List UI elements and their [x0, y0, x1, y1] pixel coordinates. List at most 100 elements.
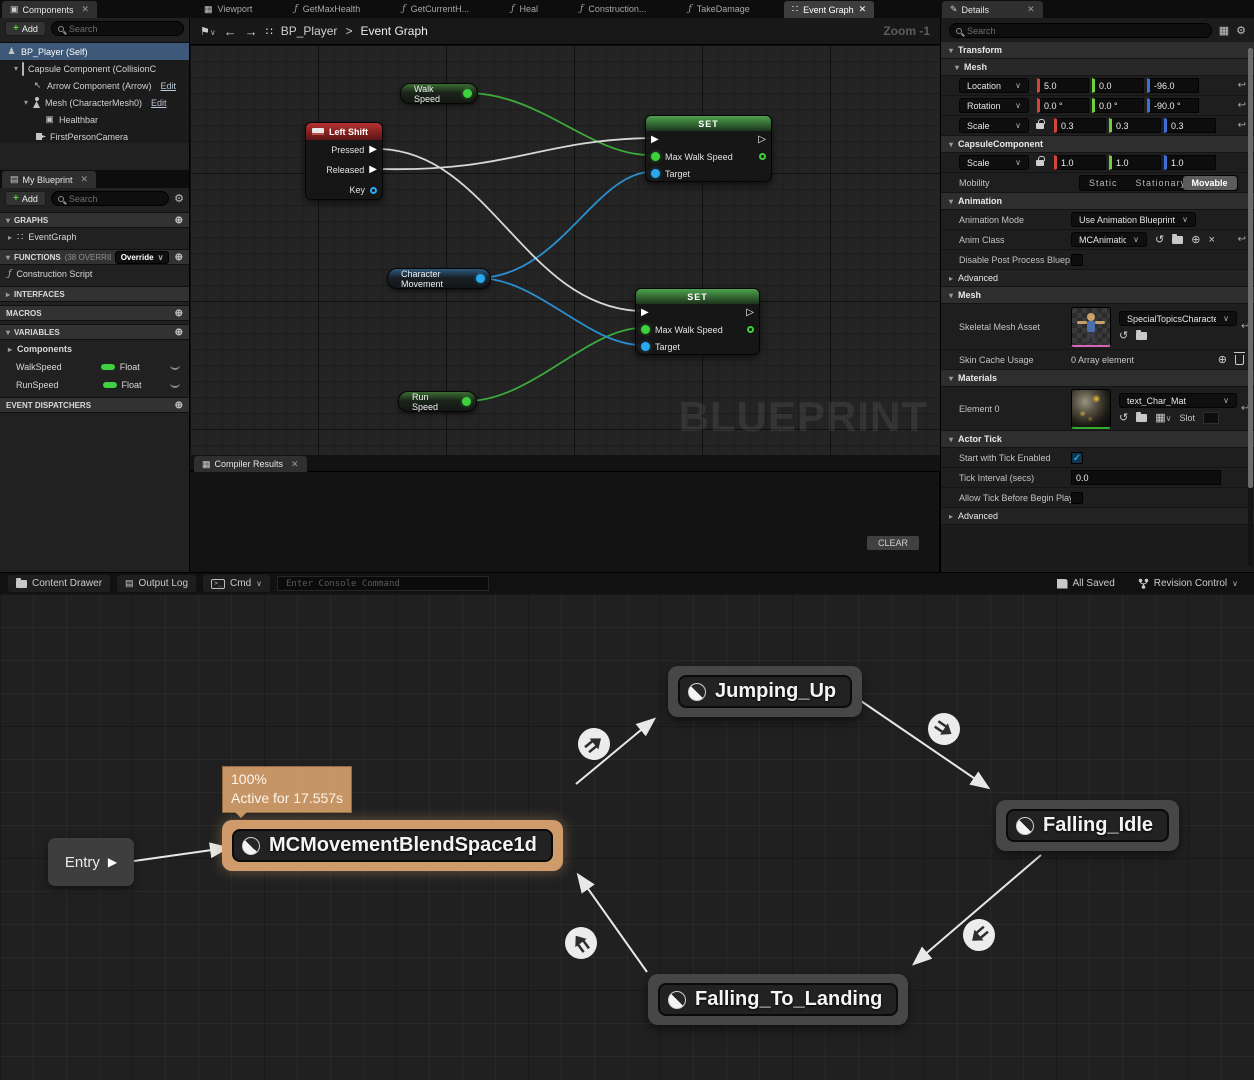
float-output-pin[interactable]	[747, 326, 754, 333]
tree-item-mesh[interactable]: ▾Mesh (CharacterMesh0)Edit	[0, 94, 189, 111]
animation-mode-dropdown[interactable]: Use Animation Blueprint∨	[1071, 212, 1196, 227]
mobility-stationary-option[interactable]: Stationary	[1127, 176, 1183, 190]
rotation-dropdown[interactable]: Rotation∨	[959, 98, 1029, 113]
target-input-pin[interactable]	[641, 342, 650, 351]
materials-section-header[interactable]: ▾Materials	[941, 370, 1254, 387]
tick-enabled-checkbox[interactable]: ✓	[1071, 452, 1083, 464]
exec-output-pin[interactable]: ▷	[758, 135, 766, 145]
my-blueprint-search-input[interactable]: Search	[51, 191, 169, 206]
mobility-movable-option[interactable]: Movable	[1183, 176, 1237, 190]
allow-tick-checkbox[interactable]	[1071, 492, 1083, 504]
components-variable-group[interactable]: ▸Components	[0, 340, 189, 358]
use-selected-asset-icon[interactable]: ↺	[1155, 233, 1164, 246]
edit-link[interactable]: Edit	[161, 81, 177, 91]
tree-item-capsule[interactable]: ▾Capsule Component (CollisionC	[0, 60, 189, 77]
disable-post-process-checkbox[interactable]	[1071, 254, 1083, 266]
override-dropdown[interactable]: Override∨	[115, 251, 170, 264]
capsule-section-header[interactable]: ▾CapsuleComponent	[941, 136, 1254, 153]
transform-section-header[interactable]: ▾Transform	[941, 42, 1254, 59]
forward-arrow-icon[interactable]: →	[245, 24, 258, 39]
add-macro-icon[interactable]: ⊕	[175, 308, 183, 319]
tab-details[interactable]: ✎ Details ✕	[942, 1, 1043, 18]
gear-icon[interactable]: ⚙	[174, 192, 184, 205]
breadcrumb-root[interactable]: BP_Player	[281, 24, 338, 38]
display-filter-icon[interactable]: ▦	[1219, 24, 1229, 37]
lock-icon[interactable]	[1036, 160, 1044, 166]
left-shift-event-node[interactable]: Left Shift Pressed▶ Released▶ Key	[305, 122, 383, 200]
material-dropdown[interactable]: text_Char_Mat∨	[1119, 393, 1237, 408]
tab-takedamage[interactable]: ƒTakeDamage	[680, 4, 757, 14]
capsule-scale-z-field[interactable]: 1.0	[1164, 155, 1216, 170]
chevron-right-icon[interactable]: ▸	[8, 233, 12, 242]
transition-rule-icon[interactable]	[956, 912, 1001, 957]
edit-link[interactable]: Edit	[151, 98, 167, 108]
tab-getmaxhealth[interactable]: ƒGetMaxHealth	[286, 4, 368, 14]
components-search-input[interactable]: Search	[51, 21, 184, 36]
variable-walkspeed[interactable]: WalkSpeedFloat	[0, 358, 189, 376]
bookmark-icon[interactable]: ⚑∨	[200, 25, 216, 38]
chevron-right-icon[interactable]: ▸	[8, 345, 12, 354]
add-function-icon[interactable]: ⊕	[175, 252, 183, 263]
details-search-input[interactable]: Search	[949, 23, 1212, 38]
trash-icon[interactable]	[1235, 355, 1244, 365]
tree-item-bp-player[interactable]: ♟BP_Player (Self)	[0, 43, 189, 60]
transition-rule-icon[interactable]	[571, 721, 616, 766]
set-max-walk-speed-node-1[interactable]: SET ▶▷ Max Walk Speed Target	[645, 115, 772, 182]
event-dispatchers-section-header[interactable]: EVENT DISPATCHERS⊕	[0, 397, 189, 413]
tick-advanced-row[interactable]: ▸Advanced	[941, 508, 1254, 525]
use-selected-asset-icon[interactable]: ↺	[1119, 411, 1128, 424]
gear-icon[interactable]: ⚙	[1236, 24, 1246, 37]
object-output-pin[interactable]	[476, 274, 485, 283]
close-icon[interactable]: ✕	[81, 174, 89, 185]
capsule-scale-y-field[interactable]: 1.0	[1109, 155, 1161, 170]
location-y-field[interactable]: 0.0	[1092, 78, 1144, 93]
clear-icon[interactable]: ×	[1208, 234, 1214, 246]
tree-item-healthbar[interactable]: ▣Healthbar	[0, 111, 189, 128]
float-output-pin[interactable]	[463, 89, 472, 98]
float-output-pin[interactable]	[759, 153, 766, 160]
scale-y-field[interactable]: 0.3	[1109, 118, 1161, 133]
skeletal-mesh-thumbnail[interactable]	[1071, 307, 1111, 347]
scale-dropdown[interactable]: Scale∨	[959, 118, 1029, 133]
capsule-scale-x-field[interactable]: 1.0	[1054, 155, 1106, 170]
scale-z-field[interactable]: 0.3	[1164, 118, 1216, 133]
actor-tick-section-header[interactable]: ▾Actor Tick	[941, 431, 1254, 448]
variable-runspeed[interactable]: RunSpeedFloat	[0, 376, 189, 394]
macros-section-header[interactable]: MACROS⊕	[0, 305, 189, 321]
transform-mesh-subheader[interactable]: ▾Mesh	[941, 59, 1254, 76]
browse-asset-icon[interactable]	[1172, 236, 1183, 244]
details-scrollbar[interactable]	[1248, 48, 1253, 566]
close-icon[interactable]: ✕	[1027, 4, 1035, 15]
tree-item-arrow[interactable]: ↖Arrow Component (Arrow)Edit	[0, 77, 189, 94]
animation-advanced-row[interactable]: ▸Advanced	[941, 270, 1254, 287]
state-node-falling-to-landing[interactable]: Falling_To_Landing	[648, 974, 908, 1025]
add-graph-icon[interactable]: ⊕	[175, 215, 183, 226]
exec-input-pin[interactable]: ▶	[641, 308, 649, 318]
tab-components[interactable]: ▣ Components ✕	[2, 1, 97, 18]
add-dispatcher-icon[interactable]: ⊕	[175, 400, 183, 411]
add-component-button[interactable]: +Add	[5, 21, 46, 36]
tab-compiler-results[interactable]: ▦ Compiler Results ✕	[194, 456, 307, 472]
tab-viewport[interactable]: ▦Viewport	[196, 4, 260, 15]
graphs-section-header[interactable]: ▾GRAPHS⊕	[0, 212, 189, 228]
target-input-pin[interactable]	[651, 169, 660, 178]
add-element-icon[interactable]: ⊕	[1218, 353, 1227, 366]
scale-x-field[interactable]: 0.3	[1054, 118, 1106, 133]
close-icon[interactable]: ✕	[859, 4, 867, 15]
construction-script-item[interactable]: ƒConstruction Script	[0, 265, 189, 283]
location-dropdown[interactable]: Location∨	[959, 78, 1029, 93]
eye-closed-icon[interactable]	[170, 383, 180, 388]
output-log-button[interactable]: ▤Output Log	[117, 575, 196, 592]
close-icon[interactable]: ✕	[82, 4, 90, 15]
add-variable-icon[interactable]: ⊕	[175, 327, 183, 338]
location-z-field[interactable]: -96.0	[1147, 78, 1199, 93]
exec-input-pin[interactable]: ▶	[651, 135, 659, 145]
exec-output-pin[interactable]: ▷	[746, 308, 754, 318]
transition-rule-icon[interactable]	[922, 707, 966, 751]
state-node-mcmovement[interactable]: MCMovementBlendSpace1d	[222, 820, 563, 871]
chevron-down-icon[interactable]: ▾	[24, 98, 28, 107]
scale-dropdown[interactable]: Scale∨	[959, 155, 1029, 170]
back-arrow-icon[interactable]: ←	[224, 24, 237, 39]
tab-construction[interactable]: ƒConstruction...	[572, 4, 654, 14]
tab-my-blueprint[interactable]: ▤ My Blueprint ✕	[2, 171, 96, 188]
